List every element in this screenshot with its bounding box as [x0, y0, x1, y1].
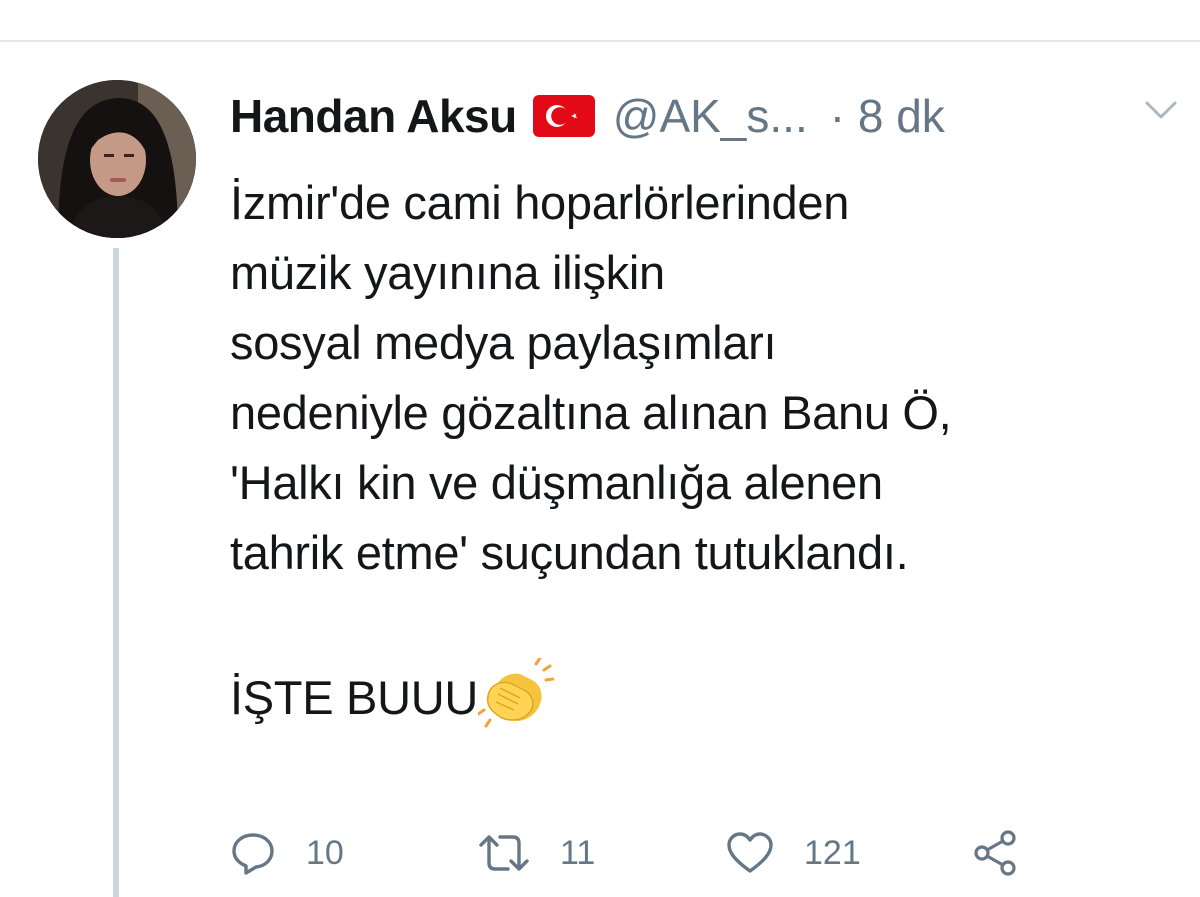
tweet-text-line: tahrik etme' suçundan tutuklandı.: [230, 526, 909, 579]
retweet-icon[interactable]: [478, 831, 530, 875]
timestamp[interactable]: · 8 dk: [830, 89, 945, 143]
share-action[interactable]: [972, 828, 1020, 878]
retweet-count: 11: [560, 833, 596, 872]
tweet[interactable]: Handan Aksu @AK_s... · 8 dk İzmir'de cam…: [0, 0, 1200, 897]
reply-icon[interactable]: [230, 831, 276, 875]
like-count: 121: [804, 833, 861, 872]
tweet-text-line: müzik yayınına ilişkin: [230, 246, 665, 299]
tweet-text-line: 'Halkı kin ve düşmanlığa alenen: [230, 456, 883, 509]
retweet-action[interactable]: 11: [478, 828, 595, 878]
user-handle[interactable]: @AK_s...: [613, 89, 808, 143]
tweet-header: Handan Aksu @AK_s... · 8 dk: [230, 86, 945, 146]
tweet-text-line-final: İŞTE BUUU: [230, 658, 1190, 733]
share-icon[interactable]: [972, 829, 1020, 877]
tweet-text-line: nedeniyle gözaltına alınan Banu Ö,: [230, 386, 952, 439]
display-name[interactable]: Handan Aksu: [230, 89, 517, 143]
tweet-text: İzmir'de cami hoparlörlerinden müzik yay…: [230, 168, 1190, 733]
like-action[interactable]: 121: [726, 828, 861, 878]
reply-count: 10: [306, 833, 344, 872]
tweet-text-line-empty: [230, 588, 1190, 658]
tweet-text-line: İzmir'de cami hoparlörlerinden: [230, 176, 850, 229]
thread-line: [113, 248, 119, 897]
tweet-text-exclamation: İŞTE BUUU: [230, 671, 478, 724]
chevron-down-icon[interactable]: [1144, 98, 1178, 122]
avatar[interactable]: [38, 80, 196, 238]
tweet-text-line: sosyal medya paylaşımları: [230, 316, 777, 369]
heart-icon[interactable]: [726, 831, 774, 875]
reply-action[interactable]: 10: [230, 828, 344, 878]
turkey-flag-icon: [532, 95, 595, 137]
tweet-actions: 10 11 121: [230, 828, 1190, 878]
clapping-hands-icon: [478, 658, 554, 728]
